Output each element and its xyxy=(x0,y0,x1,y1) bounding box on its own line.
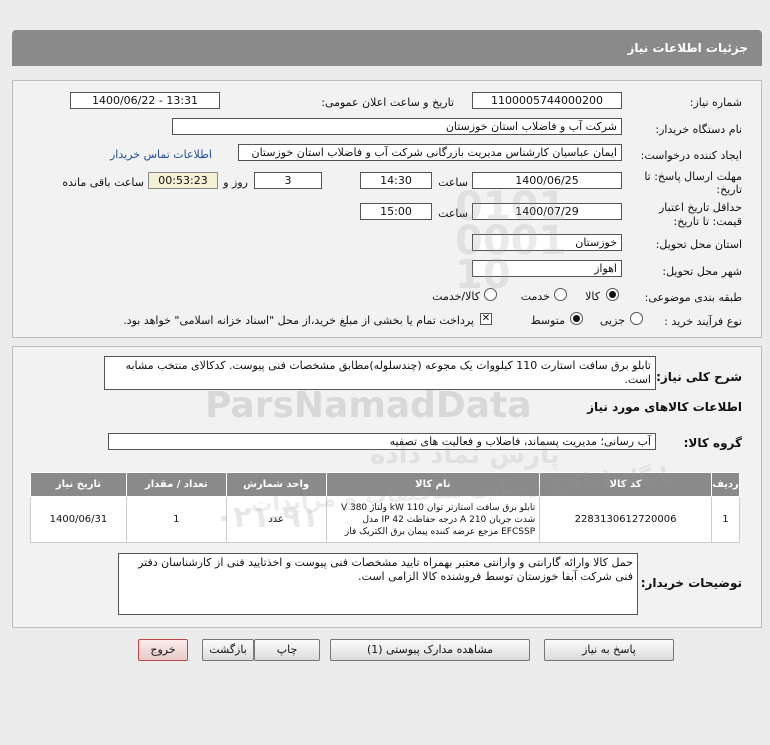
process-radio-minor[interactable] xyxy=(630,312,643,325)
page-titlebar: جزئیات اطلاعات نیاز xyxy=(12,30,762,66)
treasury-payment-checkbox[interactable]: ✕ xyxy=(480,313,492,325)
city-field: اهواز xyxy=(472,260,622,277)
process-option-minor: جزیی xyxy=(599,314,625,327)
cell-unit: عدد xyxy=(225,496,327,543)
col-date: تاریخ نیاز xyxy=(30,472,127,497)
goods-table-header: تاریخ نیاز تعداد / مقدار واحد شمارش نام … xyxy=(30,472,741,497)
buyer-notes-text: حمل کالا وارائه گارانتی و وارانتی معتبر … xyxy=(118,553,638,615)
creator-label: ایجاد کننده درخواست: xyxy=(640,149,742,162)
days-label: روز و xyxy=(223,176,248,189)
deadline-time-field: 14:30 xyxy=(360,172,432,189)
cell-date: 1400/06/31 xyxy=(30,496,127,543)
province-label: استان محل تحویل: xyxy=(655,238,742,251)
category-option-goods-service: کالا/خدمت xyxy=(432,290,480,303)
category-radio-service[interactable] xyxy=(554,288,567,301)
buyer-org-label: نام دستگاه خریدار: xyxy=(655,123,742,136)
process-option-medium: متوسط xyxy=(530,314,565,327)
col-row: ردیف xyxy=(710,472,741,497)
validity-label-1: حداقل تاریخ اعتبار xyxy=(658,201,742,214)
table-row: 1400/06/31 1 عدد تابلو برق سافت استارتر … xyxy=(30,496,741,543)
reply-button[interactable]: پاسخ به نیاز xyxy=(544,639,674,661)
deadline-time-label: ساعت xyxy=(438,176,468,189)
cell-name: تابلو برق سافت استارتر توان 110 kW ولتاژ… xyxy=(325,496,541,543)
summary-text: تابلو برق سافت استارت 110 کیلووات یک مجو… xyxy=(104,356,656,390)
category-option-service: خدمت xyxy=(520,290,550,303)
days-field: 3 xyxy=(254,172,322,189)
buyer-notes-label: توضیحات خریدار: xyxy=(640,576,742,590)
cell-code: 2283130612720006 xyxy=(539,496,712,543)
goods-group-label: گروه کالا: xyxy=(683,436,742,450)
col-code: کد کالا xyxy=(539,472,712,497)
process-label: نوع فرآیند خرید : xyxy=(664,315,742,328)
attachments-button[interactable]: مشاهده مدارک پیوستی (1) xyxy=(330,639,530,661)
process-radio-medium[interactable] xyxy=(570,312,583,325)
print-button[interactable]: چاپ xyxy=(254,639,320,661)
province-field: خوزستان xyxy=(472,234,622,251)
col-unit: واحد شمارش xyxy=(225,472,327,497)
goods-section-title: اطلاعات کالاهای مورد نیاز xyxy=(587,400,742,414)
summary-label: شرح کلی نیاز: xyxy=(656,370,742,384)
payment-note: پرداخت تمام یا بخشی از مبلغ خرید،از محل … xyxy=(123,314,474,327)
validity-date-field: 1400/07/29 xyxy=(472,203,622,220)
goods-table: تاریخ نیاز تعداد / مقدار واحد شمارش نام … xyxy=(30,472,741,543)
category-radio-goods-service[interactable] xyxy=(484,288,497,301)
col-qty: تعداد / مقدار xyxy=(125,472,227,497)
exit-button[interactable]: خروج xyxy=(138,639,188,661)
contact-buyer-link[interactable]: اطلاعات تماس خریدار xyxy=(110,148,212,161)
deadline-date-field: 1400/06/25 xyxy=(472,172,622,189)
cell-row: 1 xyxy=(710,496,741,543)
creator-field: ایمان عباسیان کارشناس مدیریت بازرگانی شر… xyxy=(238,144,622,161)
buyer-org-field: شرکت آب و فاضلاب استان خوزستان xyxy=(172,118,622,135)
category-label: طبقه بندی موضوعی: xyxy=(644,291,742,304)
category-option-goods: کالا xyxy=(585,290,600,303)
goods-group-field: آب رسانی؛ مدیریت پسماند، فاضلاب و فعالیت… xyxy=(108,433,656,450)
validity-label-2: قیمت: تا تاریخ: xyxy=(673,215,742,228)
category-radio-goods[interactable] xyxy=(606,288,619,301)
city-label: شهر محل تحویل: xyxy=(662,265,742,278)
page-title: جزئیات اطلاعات نیاز xyxy=(627,41,748,55)
announce-label: تاریخ و ساعت اعلان عمومی: xyxy=(321,96,454,109)
deadline-label-2: تاریخ: xyxy=(716,183,742,196)
back-button[interactable]: بازگشت xyxy=(202,639,254,661)
cell-qty: 1 xyxy=(125,496,227,543)
need-number-field: 1100005744000200 xyxy=(472,92,622,109)
deadline-label-1: مهلت ارسال پاسخ: تا xyxy=(644,170,742,183)
announce-field: 1400/06/22 - 13:31 xyxy=(70,92,220,109)
validity-time-field: 15:00 xyxy=(360,203,432,220)
remaining-time-field: 00:53:23 xyxy=(148,172,218,189)
need-number-label: شماره نیاز: xyxy=(689,96,742,109)
remaining-label: ساعت باقی مانده xyxy=(62,176,144,189)
col-name: نام کالا xyxy=(325,472,541,497)
validity-time-label: ساعت xyxy=(438,207,468,220)
